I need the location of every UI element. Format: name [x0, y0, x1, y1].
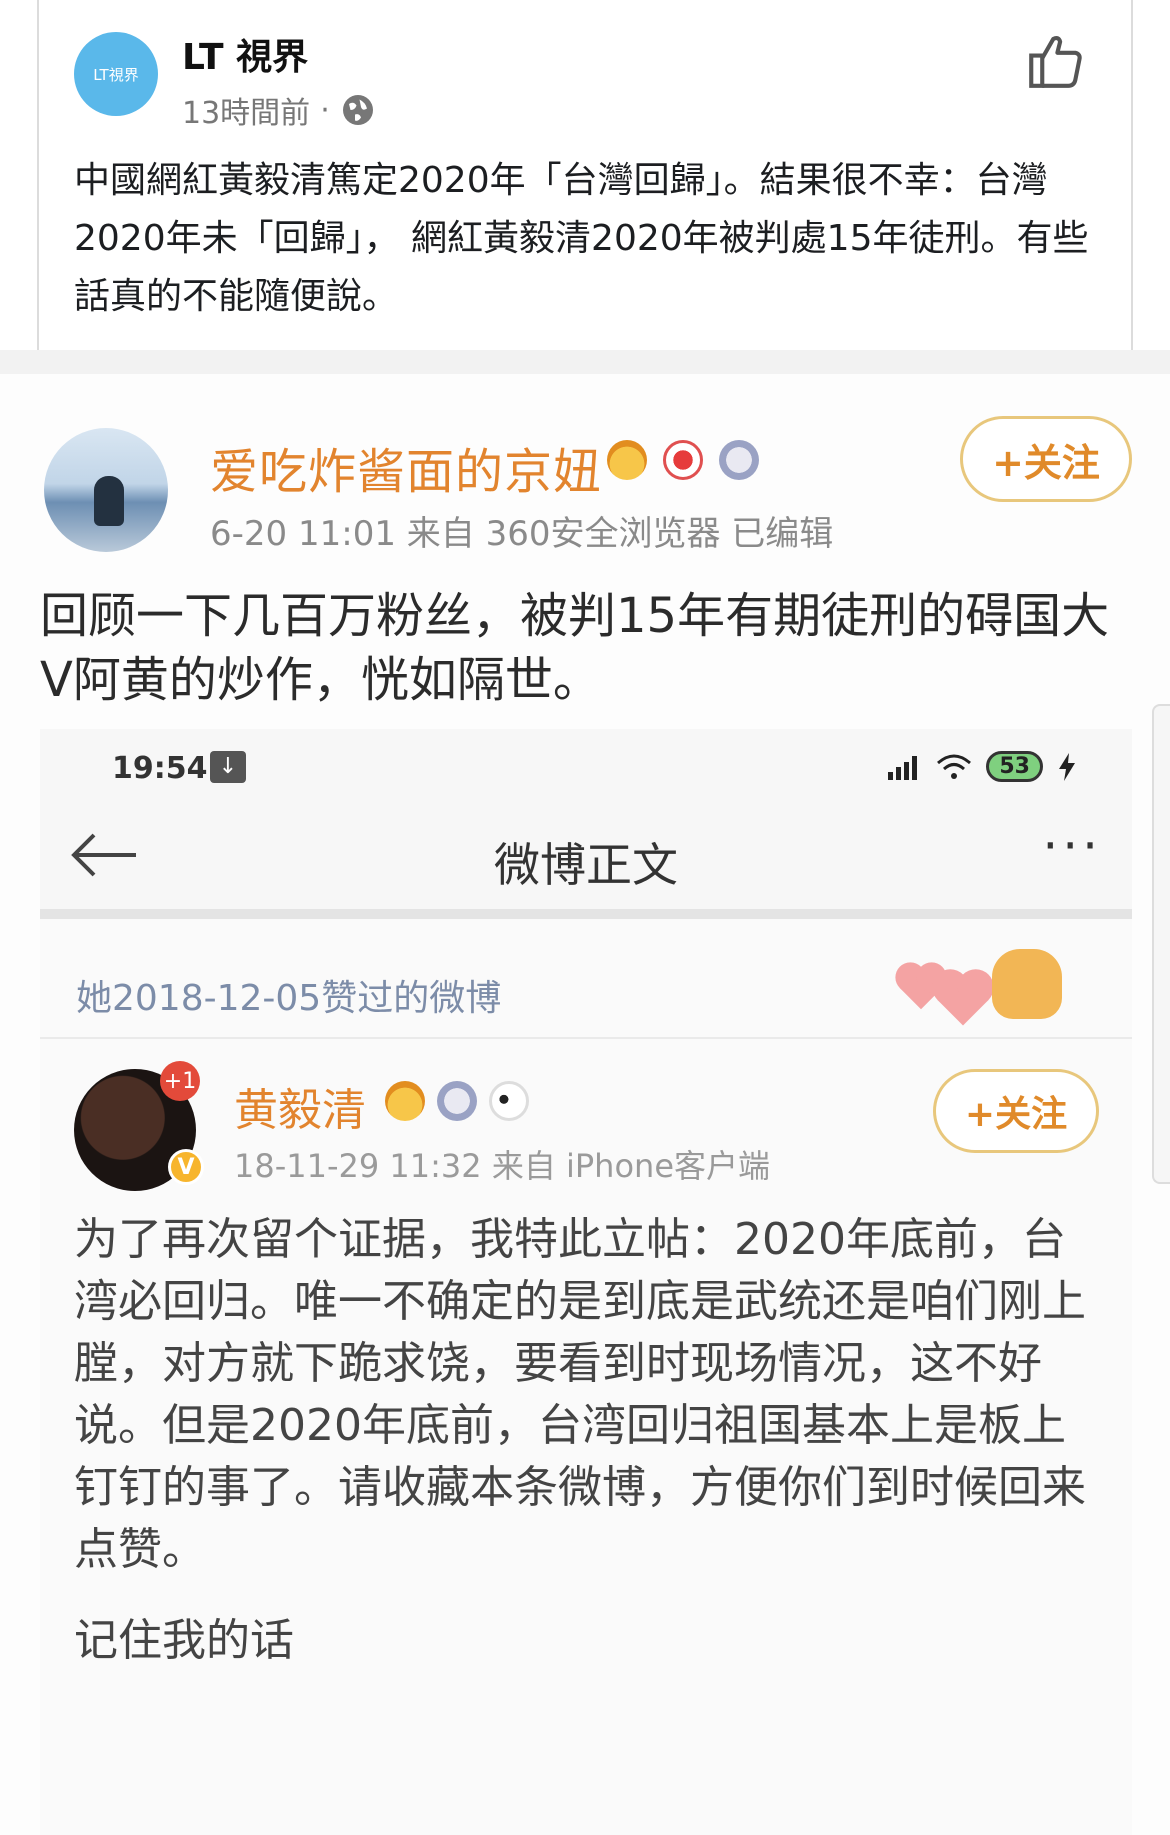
image-edge [1152, 704, 1170, 1184]
post-text: 中國網紅黃毅清篤定2020年「台灣回歸」。結果很不幸：台灣2020年未「回歸」，… [74, 160, 1089, 317]
phone-screenshot: 19:54 ↓ 53 微博正文 ··· 她2018-12-05赞过的微博 +1 … [40, 729, 1132, 1835]
section-divider [0, 350, 1170, 374]
status-icons: 53 [886, 751, 1077, 782]
more-icon: ··· [1042, 817, 1102, 875]
post-card: LT視界 LT 視界 13時間前 · 中國網紅黃毅清篤定2020年「台灣回歸」。… [37, 0, 1133, 350]
weibo-avatar [44, 428, 168, 552]
weibo-badges [607, 440, 759, 480]
post-time[interactable]: 13時間前 [182, 88, 310, 132]
status-bar: 19:54 ↓ 53 [40, 729, 1132, 799]
post-image[interactable]: 爱吃炸酱面的京妞 6-20 11:01 来自 360安全浏览器 已编辑 +关注 … [0, 374, 1170, 1835]
cut-off-text: 记住我的话 [74, 1615, 294, 1666]
quoted-post-text: 为了再次留个证据，我特此立帖：2020年底前，台湾必回归。唯一不确定的是到底是武… [74, 1214, 1086, 1575]
liked-banner: 她2018-12-05赞过的微博 [40, 929, 1132, 1039]
follow-button-2: +关注 [933, 1069, 1099, 1153]
follow-button: +关注 [960, 416, 1132, 502]
hearts-icon [892, 949, 989, 1026]
ribbon-icon [663, 440, 703, 480]
liked-text: 她2018-12-05赞过的微博 [76, 978, 502, 1019]
post-author-badges [385, 1081, 529, 1121]
post-author-name: 黄毅清 [234, 1085, 366, 1136]
battery-icon: 53 [986, 751, 1043, 782]
weibo-text: 回顾一下几百万粉丝，被判15年有期徒刑的碍国大 V阿黄的炒作，恍如隔世。 [40, 588, 1110, 708]
status-time: 19:54 [112, 751, 208, 786]
nav-title: 微博正文 [494, 838, 678, 892]
medal-icon [719, 440, 759, 480]
medal-icon [437, 1081, 477, 1121]
author-avatar[interactable]: LT視界 [74, 32, 158, 116]
thumbs-up-icon[interactable] [1023, 28, 1089, 94]
globe-icon [342, 95, 373, 125]
post-author-meta: 18-11-29 11:32 来自 iPhone客户端 [234, 1147, 771, 1185]
nav-bar: 微博正文 ··· [40, 799, 1132, 919]
weibo-username: 爱吃炸酱面的京妞 [210, 444, 603, 500]
meta-separator: · [320, 92, 330, 128]
weibo-meta: 6-20 11:01 来自 360安全浏览器 已编辑 [210, 514, 834, 554]
verified-icon: V [168, 1149, 204, 1185]
cat-sticker-icon [992, 949, 1062, 1019]
author-name[interactable]: LT 視界 [182, 28, 308, 80]
download-icon: ↓ [210, 751, 246, 783]
plus-one-badge: +1 [160, 1061, 200, 1101]
crown-icon [607, 440, 647, 480]
signal-icon [888, 755, 918, 780]
panda-icon [489, 1081, 529, 1121]
charging-icon [1059, 752, 1075, 781]
wifi-icon [937, 754, 972, 779]
crown-icon [385, 1081, 425, 1121]
post-meta: 13時間前 · [182, 88, 376, 132]
